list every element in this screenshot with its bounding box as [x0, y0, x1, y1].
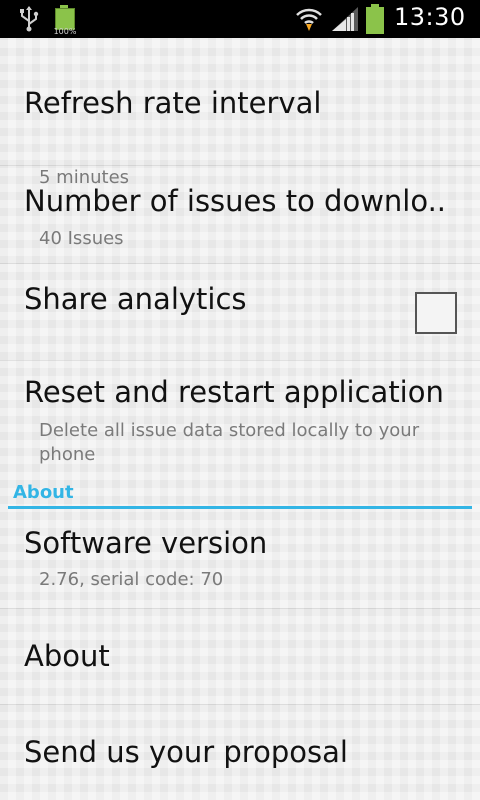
battery-small-icon: 100% — [53, 5, 76, 36]
section-header-about: About — [13, 482, 74, 503]
pref-title: Number of issues to downlo.. — [24, 184, 447, 218]
pref-summary: 2.76, serial code: 70 — [39, 569, 224, 590]
pref-title: Reset and restart application — [24, 375, 444, 409]
battery-icon — [366, 4, 384, 34]
pref-send-proposal[interactable]: Send us your proposal — [0, 705, 480, 800]
pref-title: Refresh rate interval — [24, 86, 322, 120]
usb-icon — [20, 6, 39, 32]
pref-title: About — [24, 639, 110, 673]
pref-about[interactable]: About — [0, 609, 480, 704]
pref-title: Share analytics — [24, 282, 247, 316]
pref-title: Send us your proposal — [24, 735, 348, 769]
battery-percent-label: 100% — [53, 27, 77, 36]
signal-icon — [332, 7, 358, 31]
status-bar: 100% 13:30 — [0, 0, 480, 38]
section-divider — [8, 506, 472, 509]
pref-reset-restart[interactable]: Reset and restart application Delete all… — [0, 361, 480, 477]
pref-title: Software version — [24, 526, 268, 560]
pref-share-analytics[interactable]: Share analytics — [0, 264, 480, 360]
pref-summary: 40 Issues — [39, 228, 124, 249]
pref-software-version[interactable]: Software version 2.76, serial code: 70 — [0, 510, 480, 608]
clock: 13:30 — [394, 3, 466, 31]
pref-summary: Delete all issue data stored locally to … — [39, 420, 420, 465]
pref-issues-count[interactable]: Number of issues to downlo.. 40 Issues — [0, 166, 480, 262]
pref-refresh-rate[interactable]: Refresh rate interval 5 minutes — [0, 38, 480, 188]
wifi-icon — [296, 8, 322, 31]
share-analytics-checkbox[interactable] — [415, 292, 457, 334]
